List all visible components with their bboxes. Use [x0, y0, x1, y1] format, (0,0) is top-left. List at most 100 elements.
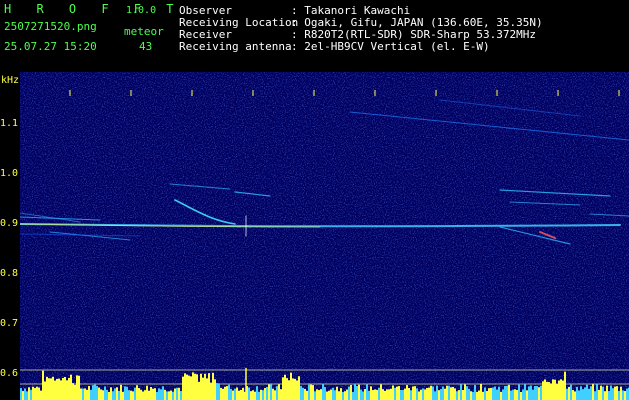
- level-bar: [576, 386, 578, 400]
- level-bar: [572, 390, 574, 400]
- level-bar: [452, 386, 454, 400]
- level-bar: [44, 381, 46, 400]
- level-bar: [108, 391, 110, 400]
- level-bar: [626, 388, 628, 400]
- level-bar: [54, 380, 56, 400]
- level-bar: [286, 378, 288, 400]
- level-bar: [172, 391, 174, 400]
- level-bar: [438, 390, 440, 400]
- level-bar: [268, 384, 270, 400]
- level-bar: [496, 389, 498, 400]
- level-bar: [568, 386, 570, 400]
- level-bar: [360, 389, 362, 400]
- level-bar: [358, 384, 360, 400]
- level-bar: [132, 391, 134, 400]
- level-bar: [588, 388, 590, 400]
- level-bar: [28, 387, 30, 400]
- level-bar: [454, 388, 456, 400]
- level-bar: [410, 390, 412, 400]
- level-bar: [316, 389, 318, 400]
- level-bar: [528, 386, 530, 400]
- level-bar: [526, 390, 528, 400]
- level-bar: [188, 375, 190, 400]
- level-bar: [590, 386, 592, 400]
- level-bar: [174, 388, 176, 400]
- y-axis-unit: kHz: [1, 75, 20, 86]
- level-bar: [530, 385, 532, 400]
- level-bar: [156, 391, 158, 400]
- level-bar: [60, 380, 62, 400]
- level-bar: [134, 387, 136, 400]
- level-bar: [84, 388, 86, 400]
- level-bar: [448, 385, 450, 400]
- level-bar: [490, 388, 492, 400]
- level-bar: [22, 391, 24, 400]
- level-bar: [564, 371, 566, 400]
- level-bar: [510, 390, 512, 400]
- level-bar: [574, 391, 576, 400]
- level-bar: [550, 383, 552, 400]
- level-bar: [130, 390, 132, 400]
- level-bar: [124, 386, 126, 400]
- level-bar: [90, 389, 92, 400]
- level-bar: [162, 386, 164, 400]
- level-bar: [160, 389, 162, 400]
- level-bar: [184, 373, 186, 400]
- level-bar: [412, 386, 414, 400]
- level-bar: [146, 385, 148, 400]
- level-bar: [544, 379, 546, 400]
- level-bar: [278, 384, 280, 400]
- level-bar: [608, 391, 610, 400]
- level-bar: [98, 387, 100, 400]
- level-bar: [560, 379, 562, 400]
- level-bar: [606, 385, 608, 400]
- level-bar: [42, 370, 44, 400]
- level-bar: [274, 390, 276, 400]
- y-tick-label: 0.9: [0, 218, 19, 229]
- level-bar: [276, 386, 278, 400]
- level-bar: [158, 388, 160, 400]
- level-bar: [562, 380, 564, 400]
- level-bar: [50, 378, 52, 400]
- header-panel: H R O F F T 1.0.0 2507271520.png 25.07.2…: [0, 0, 629, 72]
- level-bar: [392, 385, 394, 400]
- level-bar: [356, 385, 358, 400]
- level-bar: [334, 390, 336, 400]
- level-bar: [328, 390, 330, 400]
- level-bar: [112, 391, 114, 400]
- level-bar: [254, 391, 256, 400]
- level-bar: [432, 386, 434, 400]
- level-bar: [222, 388, 224, 400]
- level-bar: [272, 388, 274, 400]
- level-bar: [434, 391, 436, 400]
- level-bar: [210, 382, 212, 400]
- level-bar: [444, 388, 446, 400]
- level-bar: [78, 375, 80, 400]
- level-bar: [312, 385, 314, 400]
- level-bar: [318, 390, 320, 400]
- level-bar: [522, 389, 524, 400]
- level-bar: [142, 391, 144, 400]
- level-bar: [24, 388, 26, 400]
- level-bar: [616, 386, 618, 400]
- level-bar: [380, 384, 382, 400]
- level-bar: [386, 389, 388, 400]
- level-bar: [622, 390, 624, 400]
- level-bar: [400, 389, 402, 400]
- level-bar: [394, 387, 396, 400]
- level-bar: [94, 384, 96, 400]
- level-bar: [68, 377, 70, 400]
- level-bar: [446, 385, 448, 400]
- level-bar: [468, 388, 470, 400]
- level-bar: [520, 391, 522, 400]
- level-bar: [300, 386, 302, 400]
- level-bar: [552, 379, 554, 400]
- level-bar: [194, 373, 196, 400]
- level-bar: [86, 389, 88, 400]
- level-bar: [96, 386, 98, 400]
- level-bar: [460, 384, 462, 400]
- antenna-value: : 2el-HB9CV Vertical (el. E-W): [291, 40, 490, 53]
- level-bar: [548, 382, 550, 400]
- level-bar: [600, 385, 602, 400]
- level-bar: [352, 391, 354, 400]
